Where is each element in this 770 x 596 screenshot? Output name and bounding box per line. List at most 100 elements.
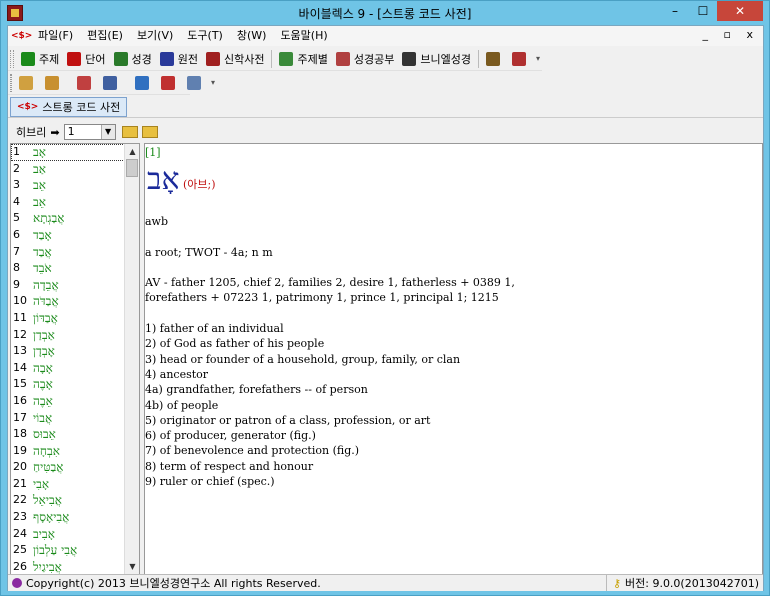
menu-file[interactable]: 파일(F) [31, 26, 80, 46]
settings-button[interactable] [482, 49, 508, 69]
scroll-down-icon[interactable]: ▼ [125, 559, 139, 574]
menu-tools[interactable]: 도구(T) [180, 26, 230, 46]
mdi-window-buttons[interactable]: _ ▫ x [703, 28, 759, 41]
menu-logo-icon[interactable]: <$> [11, 29, 32, 43]
list-item[interactable]: 26 אֲבִיגַיִל [11, 559, 125, 574]
list-item[interactable]: 24 אָבִיב [11, 526, 125, 543]
list-item[interactable]: 3 אֵב [11, 177, 125, 194]
list-item[interactable]: 2 אַב [11, 161, 125, 178]
tab-strong-dictionary[interactable]: <$> 스트롱 코드 사전 [10, 97, 128, 117]
list-item[interactable]: 16 אֵבֶה [11, 393, 125, 410]
list-item-number: 21 [13, 476, 27, 490]
list-item[interactable]: 8 אֹבֵד [11, 260, 125, 277]
document-tab-bar: <$> 스트롱 코드 사전 [8, 96, 763, 118]
list-item[interactable]: 12 אַבְדַן [11, 327, 125, 344]
entry-av-line-2: forefathers + 07223 1, patrimony 1, prin… [145, 291, 499, 305]
list-item-hebrew: אֲבִיגַיִל [33, 559, 62, 574]
list-item[interactable]: 25 אֲבִי עַלְבוֹן [11, 542, 125, 559]
definition-line: 1) father of an individual [145, 322, 284, 336]
by-topic-button[interactable]: 주제별 [275, 49, 331, 69]
list-item-number: 23 [13, 510, 27, 524]
topic-button[interactable]: 주제 [17, 49, 63, 69]
list-item[interactable]: 1 אָב [11, 144, 125, 161]
list-item-number: 2 [13, 161, 20, 175]
mdi-client: <$> 파일(F) 편집(E) 보기(V) 도구(T) 창(W) 도움말(H) … [7, 25, 764, 591]
list-item[interactable]: 15 אָבֶה [11, 376, 125, 393]
list-item[interactable]: 18 אֵבוּס [11, 426, 125, 443]
document-icon [187, 75, 201, 90]
folder-forward-icon[interactable] [141, 126, 158, 138]
scroll-thumb[interactable] [126, 159, 138, 177]
entry-root: a root; TWOT - 4a; n m [145, 245, 273, 259]
definition-line: 8) term of respect and honour [145, 459, 314, 473]
list-item[interactable]: 13 אׇבְדָן [11, 343, 125, 360]
print-button[interactable] [99, 73, 125, 93]
bible-button[interactable]: 성경 [110, 49, 156, 69]
secondary-toolbar: ▾ [8, 71, 215, 95]
minimize-button[interactable]: – [661, 1, 689, 21]
toolbar-grip[interactable] [10, 49, 14, 68]
list-item-number: 10 [13, 294, 27, 308]
list-item-number: 20 [13, 460, 27, 474]
book-blue-icon [159, 51, 174, 66]
menu-window[interactable]: 창(W) [230, 26, 274, 46]
list-item[interactable]: 10 אֲבַדֹּה [11, 293, 125, 310]
title-bar[interactable]: 바이블렉스 9 - [스트롱 코드 사전] – ☐ ✕ [1, 1, 769, 25]
list-item-number: 24 [13, 526, 27, 540]
document-button[interactable] [183, 73, 209, 93]
copy-icon [77, 75, 91, 90]
list-item[interactable]: 14 אָבָה [11, 360, 125, 377]
list-item-hebrew: אׇבְדָן [33, 344, 55, 359]
list-item[interactable]: 6 אָבַד [11, 227, 125, 244]
list-item[interactable]: 17 אֲבוֹי [11, 410, 125, 427]
toolbar-overflow-icon[interactable]: ▾ [536, 54, 540, 63]
chevron-down-icon[interactable]: ▼ [100, 125, 115, 139]
list-item[interactable]: 11 אֲבַדּוֹן [11, 310, 125, 327]
menu-help[interactable]: 도움말(H) [273, 26, 334, 46]
find-button[interactable] [15, 73, 41, 93]
strong-number-list[interactable]: 1 אָב 2 אַב 3 אֵב 4 אֵב 5 אֲבַגְתָא 6 אָבַד 7 אֲבַד 8 א… [10, 143, 140, 575]
list-item[interactable]: 21 אָבִי [11, 476, 125, 493]
strong-number-select[interactable]: 1 ▼ [63, 124, 116, 140]
notes-button[interactable] [131, 73, 157, 93]
list-item-number: 13 [13, 344, 27, 358]
menu-view[interactable]: 보기(V) [130, 26, 180, 46]
list-item[interactable]: 23 אֲבִיאָסָף [11, 509, 125, 526]
list-item-number: 26 [13, 559, 27, 573]
tab-label: 스트롱 코드 사전 [42, 101, 121, 114]
peniel-bible-button[interactable]: 브니엘성경 [398, 49, 475, 69]
find-icon [19, 75, 33, 90]
list-item[interactable]: 7 אֲבַד [11, 244, 125, 261]
bible-label: 성경 [131, 52, 152, 66]
entry-definitions: 1) father of an individual 2) of God as f… [145, 321, 755, 489]
exit-button[interactable] [508, 49, 534, 69]
grid-button[interactable] [157, 73, 183, 93]
close-button[interactable]: ✕ [717, 1, 763, 21]
folder-back-icon[interactable] [121, 126, 138, 138]
word-button[interactable]: 단어 [63, 49, 109, 69]
list-item-hebrew: אֲבַגְתָא [33, 211, 65, 226]
list-item-hebrew: אֵבֶה [33, 393, 53, 408]
list-item[interactable]: 4 אֵב [11, 194, 125, 211]
list-item[interactable]: 19 אִבְחָה [11, 443, 125, 460]
open-button[interactable] [41, 73, 67, 93]
book-green-icon [113, 51, 128, 66]
menu-edit[interactable]: 편집(E) [80, 26, 130, 46]
list-item[interactable]: 20 אֲבַטִּיחַ [11, 459, 125, 476]
list-scrollbar[interactable]: ▲ ▼ [124, 144, 139, 574]
toolbar-grip[interactable] [10, 73, 12, 92]
scroll-up-icon[interactable]: ▲ [125, 144, 139, 159]
list-item[interactable]: 9 אֲבֵדָה [11, 277, 125, 294]
copy-button[interactable] [73, 73, 99, 93]
maximize-button[interactable]: ☐ [689, 1, 717, 21]
list-item-hebrew: אִבְחָה [33, 443, 60, 458]
bible-study-button[interactable]: 성경공부 [332, 49, 398, 69]
list-item-hebrew: אֲבִיאָסָף [33, 510, 70, 525]
original-text-button[interactable]: 원전 [156, 49, 202, 69]
toolbar-separator [477, 49, 479, 68]
list-item[interactable]: 5 אֲבַגְתָא [11, 210, 125, 227]
theology-dictionary-button[interactable]: 신학사전 [202, 49, 268, 69]
list-item[interactable]: 22 אֲבִיאֵל [11, 492, 125, 509]
toolbar-overflow-icon[interactable]: ▾ [211, 78, 215, 87]
definition-line: 2) of God as father of his people [145, 337, 325, 351]
